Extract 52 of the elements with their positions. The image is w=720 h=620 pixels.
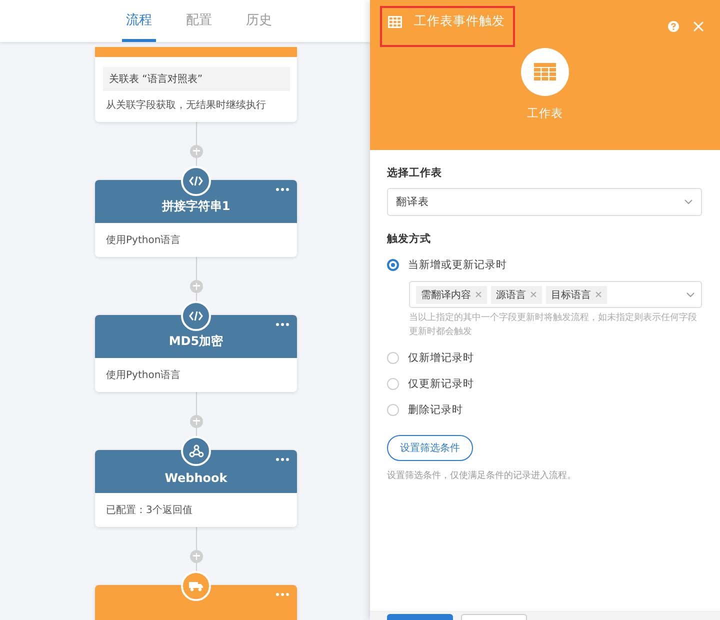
node-info: 关联表 “语言对照表”	[103, 67, 290, 91]
add-step-icon[interactable]	[190, 144, 202, 158]
more-icon[interactable]	[276, 323, 289, 326]
flow-node-card[interactable]	[95, 585, 297, 620]
sheet-select[interactable]: 翻译表	[387, 188, 702, 216]
chevron-down-icon	[684, 199, 693, 205]
node-description: 已配置：3个返回值	[105, 504, 194, 517]
table-icon	[521, 48, 569, 96]
radio-button[interactable]	[387, 378, 399, 390]
node-description: 从关联字段获取，无结果时继续执行	[105, 98, 267, 112]
more-icon[interactable]	[276, 458, 289, 461]
node-title: 拼接字符串1	[162, 198, 230, 215]
node-description: 使用Python语言	[105, 368, 182, 382]
field-label: 选择工作表	[387, 166, 443, 180]
radio-label: 仅新增记录时	[408, 351, 474, 365]
cancel-button[interactable]	[461, 614, 527, 620]
help-icon[interactable]	[668, 21, 679, 32]
add-step-icon[interactable]	[190, 550, 202, 562]
radio-button[interactable]	[387, 404, 399, 416]
field-multiselect[interactable]: 需翻译内容 源语言 目标语言	[409, 281, 702, 308]
field-label: 触发方式	[387, 232, 432, 246]
add-step-icon[interactable]	[190, 280, 202, 292]
radio-button[interactable]	[387, 259, 399, 271]
flow-node-card[interactable]: MD5加密 使用Python语言	[95, 315, 297, 392]
flow-node-card[interactable]: 关联表 “语言对照表” 从关联字段获取，无结果时继续执行	[95, 47, 297, 122]
option-hint: 当以上指定的其中一个字段更新时将触发流程，如未指定则表示任何字段更新时都会触发	[409, 312, 698, 338]
tag-label: 源语言	[496, 288, 526, 302]
flow-node-card[interactable]: Webhook 已配置：3个返回值	[95, 450, 297, 527]
table-icon	[388, 16, 402, 28]
more-icon[interactable]	[276, 593, 289, 596]
trigger-type-label: 工作表	[527, 106, 563, 121]
remove-icon[interactable]	[475, 291, 482, 298]
node-title: Webhook	[164, 471, 228, 485]
remove-icon[interactable]	[595, 291, 602, 298]
node-title: MD5加密	[168, 333, 224, 350]
close-icon[interactable]	[693, 21, 704, 32]
chevron-down-icon	[686, 292, 695, 298]
flow-node-card[interactable]: 拼接字符串1 使用Python语言	[95, 180, 297, 257]
tab[interactable]: 流程	[122, 0, 156, 42]
radio-label: 仅更新记录时	[408, 377, 474, 391]
filter-hint: 设置筛选条件，仅使满足条件的记录进入流程。	[387, 470, 577, 482]
radio-label: 当新增或更新记录时	[408, 258, 507, 272]
tag-label: 目标语言	[551, 288, 591, 302]
tag-label: 需翻译内容	[421, 288, 471, 302]
filter-button[interactable]: 设置筛选条件	[387, 435, 473, 461]
more-icon[interactable]	[276, 188, 289, 191]
panel-title: 工作表事件触发	[414, 13, 505, 30]
add-step-icon[interactable]	[190, 414, 202, 428]
node-description: 使用Python语言	[105, 234, 182, 247]
radio-label: 删除记录时	[408, 403, 463, 417]
remove-icon[interactable]	[530, 291, 537, 298]
radio-button[interactable]	[387, 352, 399, 364]
